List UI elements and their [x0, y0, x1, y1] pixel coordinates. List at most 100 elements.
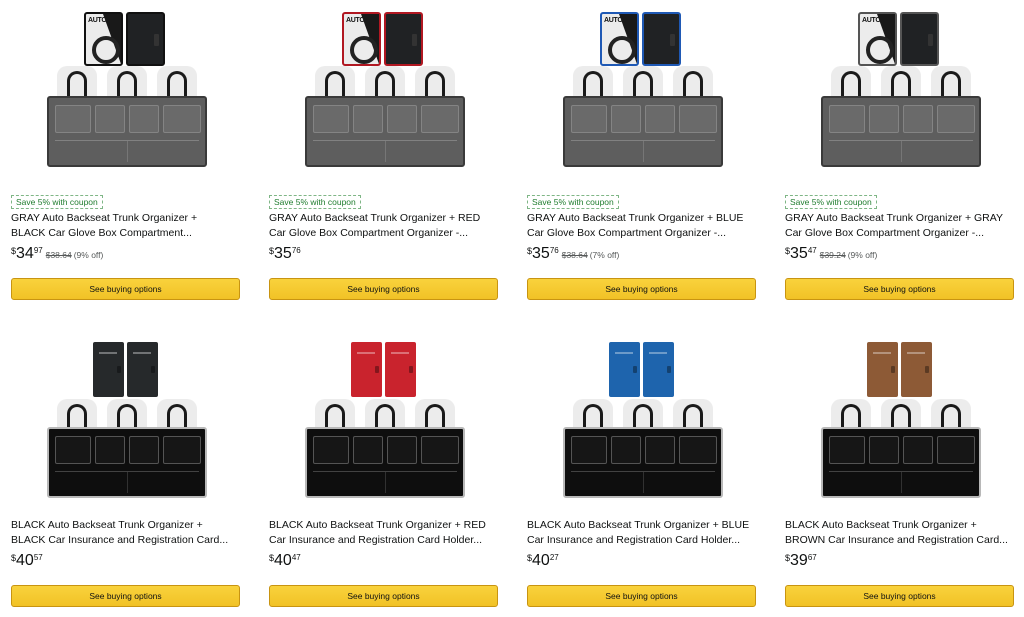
title-line-2[interactable]: BLACK Car Insurance and Registration Car… [11, 533, 243, 548]
price-symbol: $ [269, 553, 275, 563]
price-row: $4057 [11, 552, 243, 570]
organizer-handles [565, 66, 721, 100]
title-line-2[interactable]: BLACK Car Glove Box Compartment... [11, 226, 243, 241]
glove-box-folders [858, 12, 939, 66]
coupon-badge[interactable]: Save 5% with coupon [527, 195, 619, 209]
glove-box-folders [600, 12, 681, 66]
title-line-2[interactable]: Car Insurance and Registration Card Hold… [527, 533, 759, 548]
coupon-badge[interactable]: Save 5% with coupon [269, 195, 361, 209]
price-row: $3497 $38.64 (9% off) [11, 245, 243, 263]
product-image[interactable] [269, 307, 501, 498]
title-line-2[interactable]: Car Glove Box Compartment Organizer -... [527, 226, 759, 241]
price-fraction: 47 [807, 246, 817, 255]
folder-back [642, 12, 681, 66]
trunk-organizer [563, 427, 723, 498]
title-line-1[interactable]: GRAY Auto Backseat Trunk Organizer + GRA… [785, 211, 1017, 226]
product-image[interactable] [11, 307, 243, 498]
title-line-1[interactable]: BLACK Auto Backseat Trunk Organizer + [785, 518, 1017, 533]
folder-left [609, 342, 640, 397]
see-buying-options-button[interactable]: See buying options [269, 585, 498, 607]
product-title[interactable]: GRAY Auto Backseat Trunk Organizer + GRA… [785, 211, 1017, 241]
product-title[interactable]: BLACK Auto Backseat Trunk Organizer + BL… [527, 518, 759, 548]
price-fraction: 97 [33, 246, 43, 255]
insurance-folders [867, 342, 932, 397]
coupon-badge[interactable]: Save 5% with coupon [11, 195, 103, 209]
price-fraction: 27 [549, 553, 559, 562]
price-symbol: $ [785, 553, 791, 563]
price-whole: 35 [274, 245, 292, 262]
product-image[interactable] [785, 307, 1017, 498]
folder-right [385, 342, 416, 397]
folder-right [127, 342, 158, 397]
organizer-handles [823, 66, 979, 100]
folder-back [126, 12, 165, 66]
see-buying-options-button[interactable]: See buying options [527, 585, 756, 607]
see-buying-options-button[interactable]: See buying options [527, 278, 756, 300]
trunk-organizer [563, 96, 723, 167]
glove-box-folders [342, 12, 423, 66]
folder-back [384, 12, 423, 66]
price-symbol: $ [527, 246, 533, 256]
see-buying-options-button[interactable]: See buying options [11, 585, 240, 607]
organizer-handles [307, 66, 463, 100]
price-fraction: 76 [549, 246, 559, 255]
folder-left [93, 342, 124, 397]
product-title[interactable]: GRAY Auto Backseat Trunk Organizer + RED… [269, 211, 501, 241]
folder-left [867, 342, 898, 397]
price-symbol: $ [785, 246, 791, 256]
title-line-1[interactable]: BLACK Auto Backseat Trunk Organizer + [11, 518, 243, 533]
trunk-organizer [305, 427, 465, 498]
price-whole: 39 [790, 552, 808, 569]
title-line-2[interactable]: Car Insurance and Registration Card Hold… [269, 533, 501, 548]
price-fraction: 67 [807, 553, 817, 562]
see-buying-options-button[interactable]: See buying options [785, 278, 1014, 300]
folder-front [600, 12, 639, 66]
folder-front [84, 12, 123, 66]
title-line-1[interactable]: GRAY Auto Backseat Trunk Organizer + BLU… [527, 211, 759, 226]
see-buying-options-button[interactable]: See buying options [785, 585, 1014, 607]
product-title[interactable]: BLACK Auto Backseat Trunk Organizer + RE… [269, 518, 501, 548]
product-title[interactable]: BLACK Auto Backseat Trunk Organizer + BR… [785, 518, 1017, 548]
price-row: $4027 [527, 552, 759, 570]
product-image[interactable] [269, 0, 501, 170]
coupon-badge[interactable]: Save 5% with coupon [785, 195, 877, 209]
see-buying-options-button[interactable]: See buying options [11, 278, 240, 300]
title-line-1[interactable]: BLACK Auto Backseat Trunk Organizer + BL… [527, 518, 759, 533]
glove-box-folders [84, 12, 165, 66]
title-line-1[interactable]: BLACK Auto Backseat Trunk Organizer + RE… [269, 518, 501, 533]
product-title[interactable]: GRAY Auto Backseat Trunk Organizer + BLA… [11, 211, 243, 241]
product-image[interactable] [527, 0, 759, 170]
list-price: $39.24 [819, 250, 846, 260]
price-symbol: $ [527, 553, 533, 563]
insurance-folders [93, 342, 158, 397]
trunk-organizer [821, 96, 981, 167]
trunk-organizer [305, 96, 465, 167]
product-grid: Save 5% with coupon GRAY Auto Backseat T… [0, 0, 1024, 617]
price-row: $3576 $38.64 (7% off) [527, 245, 759, 263]
title-line-1[interactable]: GRAY Auto Backseat Trunk Organizer + [11, 211, 243, 226]
product-title[interactable]: GRAY Auto Backseat Trunk Organizer + BLU… [527, 211, 759, 241]
title-line-1[interactable]: GRAY Auto Backseat Trunk Organizer + RED [269, 211, 501, 226]
product-image[interactable] [785, 0, 1017, 170]
title-line-2[interactable]: Car Glove Box Compartment Organizer -... [269, 226, 501, 241]
price-whole: 35 [790, 245, 808, 262]
insurance-folders [609, 342, 674, 397]
product-image[interactable] [527, 307, 759, 498]
price-whole: 40 [16, 552, 34, 569]
price-fraction: 76 [291, 246, 301, 255]
folder-front [858, 12, 897, 66]
trunk-organizer [47, 427, 207, 498]
title-line-2[interactable]: Car Glove Box Compartment Organizer -... [785, 226, 1017, 241]
list-price: $38.64 [45, 250, 72, 260]
price-symbol: $ [269, 246, 275, 256]
organizer-handles [49, 66, 205, 100]
see-buying-options-button[interactable]: See buying options [269, 278, 498, 300]
folder-right [901, 342, 932, 397]
product-image[interactable] [11, 0, 243, 170]
price-fraction: 47 [291, 553, 301, 562]
price-row: $3576 [269, 245, 501, 263]
title-line-2[interactable]: BROWN Car Insurance and Registration Car… [785, 533, 1017, 548]
product-title[interactable]: BLACK Auto Backseat Trunk Organizer + BL… [11, 518, 243, 548]
price-symbol: $ [11, 553, 17, 563]
price-fraction: 57 [33, 553, 43, 562]
